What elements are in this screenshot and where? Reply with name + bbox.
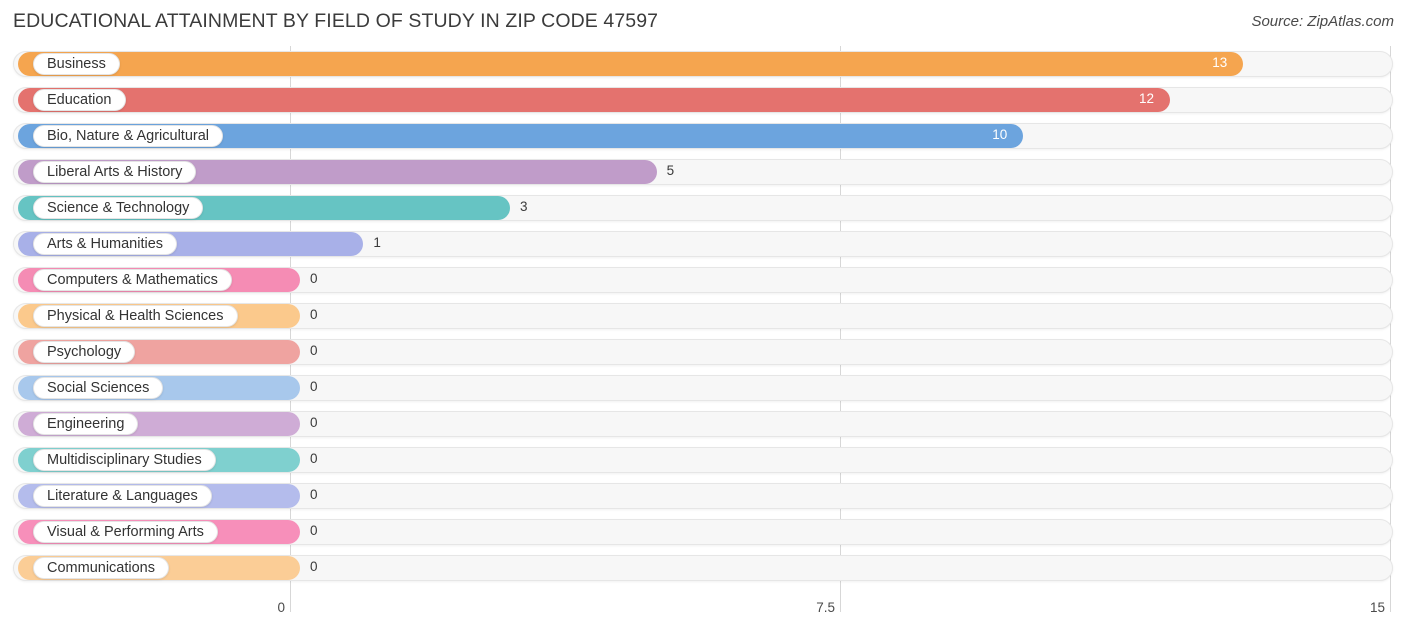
bar-row: Social Sciences 0 (0, 370, 1406, 406)
category-label-text: Bio, Nature & Agricultural (47, 127, 209, 144)
bar-row: Arts & Humanities 1 (0, 226, 1406, 262)
bar-row: Computers & Mathematics 0 (0, 262, 1406, 298)
bar-row: Physical & Health Sciences 0 (0, 298, 1406, 334)
category-label: Business (33, 53, 120, 75)
bar-value-label: 0 (310, 451, 318, 466)
source-attribution: Source: ZipAtlas.com (1251, 13, 1394, 30)
bar-value-label: 0 (310, 523, 318, 538)
category-label-text: Multidisciplinary Studies (47, 451, 202, 468)
category-label: Communications (33, 557, 169, 579)
bar-value-label: 5 (666, 163, 675, 178)
bar-row: Engineering 0 (0, 406, 1406, 442)
category-label-text: Physical & Health Sciences (47, 307, 224, 324)
category-label-text: Communications (47, 559, 155, 576)
category-label-text: Social Sciences (47, 379, 150, 396)
bar-row: Science & Technology 3 (0, 190, 1406, 226)
bar-row: Multidisciplinary Studies 0 (0, 442, 1406, 478)
bar-row: Visual & Performing Arts 0 (0, 514, 1406, 550)
bar-value-label: 0 (310, 271, 318, 286)
category-label: Social Sciences (33, 377, 164, 399)
category-label-text: Liberal Arts & History (47, 163, 183, 180)
page-title: EDUCATIONAL ATTAINMENT BY FIELD OF STUDY… (13, 10, 659, 32)
axis-tick-mark (290, 596, 291, 612)
bar-row: Education 12 (0, 82, 1406, 118)
bar-value-label: 0 (310, 343, 318, 358)
bar-value-label: 0 (310, 415, 318, 430)
axis-tick-mark (840, 596, 841, 612)
category-label: Physical & Health Sciences (33, 305, 238, 327)
category-label: Arts & Humanities (33, 233, 178, 255)
category-label: Engineering (33, 413, 139, 435)
category-label-text: Engineering (47, 415, 125, 432)
category-label-text: Computers & Mathematics (47, 271, 218, 288)
bar-value-label: 3 (520, 199, 528, 214)
category-label-text: Visual & Performing Arts (47, 523, 204, 540)
plot-area: Business 13 Education 12 Bio, Nature & Agric… (0, 46, 1406, 596)
axis-tick-label: 0 (277, 600, 285, 615)
axis-tick-label: 15 (1369, 600, 1385, 615)
bar-row: Communications 0 (0, 550, 1406, 586)
bar-value-label: 0 (310, 379, 318, 394)
x-axis: 0 7.5 15 (0, 596, 1406, 632)
category-label-text: Arts & Humanities (47, 235, 164, 252)
bar-value-label: 0 (310, 307, 318, 322)
bar-row: Psychology 0 (0, 334, 1406, 370)
bar-row: Liberal Arts & History 5 (0, 154, 1406, 190)
bar-value-label: 1 (373, 235, 381, 250)
category-label: Multidisciplinary Studies (33, 449, 216, 471)
chart-header: EDUCATIONAL ATTAINMENT BY FIELD OF STUDY… (0, 0, 1406, 46)
category-label: Liberal Arts & History (33, 161, 197, 183)
category-label: Education (33, 89, 126, 111)
category-label: Visual & Performing Arts (33, 521, 218, 543)
category-label-text: Literature & Languages (47, 487, 198, 504)
bar[interactable] (18, 52, 1244, 76)
category-label-text: Business (47, 55, 106, 72)
axis-tick-mark (1390, 596, 1391, 612)
category-label-text: Psychology (47, 343, 122, 360)
bar-rows: Business 13 Education 12 Bio, Nature & Agric… (0, 46, 1406, 586)
category-label-text: Science & Technology (47, 199, 190, 216)
bar-value-label: 10 (992, 127, 1008, 142)
chart-root: EDUCATIONAL ATTAINMENT BY FIELD OF STUDY… (0, 0, 1406, 632)
axis-tick-label: 7.5 (816, 600, 835, 615)
bar-value-label: 13 (1212, 55, 1228, 70)
bar-value-label: 0 (310, 559, 318, 574)
category-label: Science & Technology (33, 197, 204, 219)
bar-row: Literature & Languages 0 (0, 478, 1406, 514)
category-label: Literature & Languages (33, 485, 212, 507)
category-label: Bio, Nature & Agricultural (33, 125, 223, 147)
bar-row: Business 13 (0, 46, 1406, 82)
category-label-text: Education (47, 91, 112, 108)
category-label: Psychology (33, 341, 136, 363)
bar-value-label: 0 (310, 487, 318, 502)
bar-row: Bio, Nature & Agricultural 10 (0, 118, 1406, 154)
bar[interactable] (18, 88, 1170, 112)
category-label: Computers & Mathematics (33, 269, 232, 291)
bar-value-label: 12 (1138, 91, 1154, 106)
